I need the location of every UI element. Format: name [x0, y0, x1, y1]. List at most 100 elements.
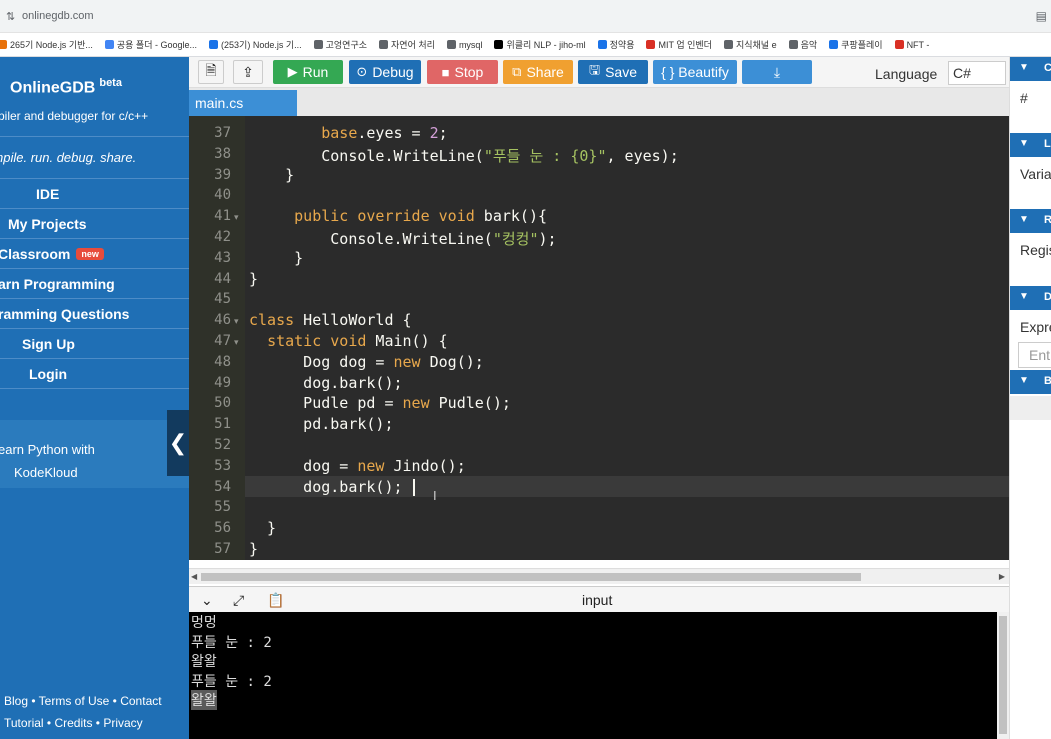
debug-section-title: L: [1044, 138, 1051, 150]
fold-toggle-icon[interactable]: ▾: [234, 212, 239, 223]
new-file-button[interactable]: 🗎: [198, 60, 224, 84]
nav-item-classroom[interactable]: Classroom new: [0, 238, 189, 268]
scrollbar-thumb[interactable]: [201, 573, 861, 581]
beautify-button[interactable]: { } Beautify: [653, 60, 737, 84]
download-button[interactable]: ⤓: [742, 60, 812, 84]
ad-text[interactable]: earn Python with: [0, 442, 95, 457]
new-badge: new: [76, 248, 104, 260]
code-line[interactable]: dog.bark();: [249, 478, 402, 496]
collapse-sidebar-button[interactable]: ❮: [167, 410, 189, 476]
language-select[interactable]: C#: [948, 61, 1006, 85]
nav-item-login[interactable]: Login: [0, 358, 189, 388]
code-line[interactable]: }: [249, 540, 258, 558]
chevron-down-icon: ▼: [1019, 214, 1029, 225]
code-line[interactable]: Console.WriteLine("컹컹");: [249, 228, 556, 249]
ad-text[interactable]: KodeKloud: [14, 465, 78, 480]
code-editor[interactable]: 37 38 39 40 41 ▾ 42 43 44 45 46 ▾ 47 ▾ 48 49 50 51 52 53 54 5…: [189, 116, 1009, 560]
bookmark-label: 자연어 처리: [391, 40, 435, 50]
scroll-left-icon[interactable]: ◀: [191, 572, 197, 581]
save-button[interactable]: 🖫 Save: [578, 60, 648, 84]
code-line[interactable]: class HelloWorld {: [249, 311, 412, 329]
bookmark-label: 265기 Node.js 기반...: [10, 40, 93, 50]
expand-icon[interactable]: ⤢: [233, 592, 244, 609]
scroll-right-icon[interactable]: ▶: [999, 572, 1005, 581]
output-line: 멍멍: [191, 615, 217, 631]
fold-toggle-icon[interactable]: ▾: [234, 316, 239, 327]
code-line[interactable]: Pudle pd = new Pudle();: [249, 394, 511, 412]
console-header: ⌄ ⤢ 📋 input: [189, 586, 1009, 612]
bookmark-item[interactable]: (253기) Node.js 기...: [209, 38, 302, 51]
tagline: npile. run. debug. share.: [0, 150, 137, 165]
bookmark-item[interactable]: 자연어 처리: [379, 38, 435, 51]
debug-section-body: Regis: [1020, 242, 1051, 258]
code-line[interactable]: static void Main() {: [249, 332, 448, 350]
code-line[interactable]: Dog dog = new Dog();: [249, 353, 484, 371]
nav-item-sign-up[interactable]: Sign Up: [0, 328, 189, 358]
bookmark-icon: [209, 40, 219, 49]
code-line[interactable]: pd.bark();: [249, 415, 394, 434]
nav-item-my-projects[interactable]: My Projects: [0, 208, 189, 238]
code-line[interactable]: public override void bark(){: [249, 207, 547, 225]
bookmark-item[interactable]: 지식채널 e: [723, 38, 777, 51]
debug-section-header[interactable]: ▼D: [1010, 286, 1051, 310]
extension-icon[interactable]: ▤: [1036, 9, 1047, 23]
code-line[interactable]: dog.bark();: [249, 374, 402, 392]
file-icon: 🗎: [205, 62, 217, 78]
footer-links[interactable]: Tutorial • Credits • Privacy: [4, 716, 143, 730]
line-number: 50: [214, 395, 231, 412]
tab-main-cs[interactable]: main.cs: [189, 90, 297, 116]
code-line[interactable]: }: [249, 166, 294, 184]
code-token: pd.bark();: [249, 415, 394, 434]
bookmark-icon: [446, 40, 456, 49]
site-info-icon[interactable]: ⇅: [6, 10, 15, 23]
code-line[interactable]: dog = new Jindo();: [249, 457, 466, 475]
code-line[interactable]: }: [249, 519, 276, 537]
footer-links[interactable]: Blog • Terms of Use • Contact: [4, 694, 162, 708]
debug-button[interactable]: ⊙ Debug: [349, 60, 421, 84]
code-token: }: [249, 519, 277, 538]
console-scrollbar[interactable]: [997, 612, 1009, 739]
debug-section-header[interactable]: ▼R: [1010, 209, 1051, 233]
bookmark-item[interactable]: 쿠팡플레이: [829, 38, 883, 51]
code-token: }: [249, 165, 295, 184]
bookmark-item[interactable]: NFT -: [894, 39, 930, 50]
debug-section-header[interactable]: ▼C: [1010, 57, 1051, 81]
line-number: 38: [214, 145, 231, 162]
stop-button[interactable]: ■ Stop: [427, 60, 498, 84]
copy-icon[interactable]: 📋: [267, 592, 284, 609]
upload-button[interactable]: ⇪: [233, 60, 263, 84]
bookmark-item[interactable]: mysql: [446, 40, 482, 50]
bookmark-icon: [829, 40, 839, 49]
chevron-down-icon[interactable]: ⌄: [201, 592, 213, 609]
fold-toggle-icon[interactable]: ▾: [234, 337, 239, 348]
code-line[interactable]: }: [249, 249, 303, 267]
scrollbar-thumb[interactable]: [999, 616, 1007, 734]
nav-item-learn-programming[interactable]: arn Programming: [0, 268, 189, 298]
bookmark-icon: [894, 40, 904, 49]
bookmark-item[interactable]: 음악: [788, 38, 817, 51]
bookmark-item[interactable]: MIT 업 인벤더: [646, 38, 712, 51]
output-line: 푸들 눈 : 2: [191, 673, 272, 690]
share-button[interactable]: ⧉ Share: [503, 60, 573, 84]
code-line[interactable]: Console.WriteLine("푸들 눈 : {0}", eyes);: [249, 145, 679, 166]
bookmark-item[interactable]: 고엉연구소: [313, 38, 367, 51]
bookmark-item[interactable]: 정약용: [597, 38, 634, 51]
bookmark-item[interactable]: 위클리 NLP - jiho-ml: [494, 38, 586, 51]
bookmark-item[interactable]: 공용 폴더 - Google...: [104, 38, 197, 51]
nav-item-programming-questions[interactable]: ramming Questions: [0, 298, 189, 328]
code-line[interactable]: base.eyes = 2;: [249, 124, 447, 142]
expression-input[interactable]: Ent: [1018, 342, 1051, 368]
bookmark-item[interactable]: 265기 Node.js 기반...: [0, 38, 93, 51]
line-number: 40: [214, 187, 231, 204]
code-token: Pudle pd =: [249, 394, 403, 413]
console-output[interactable]: 멍멍 푸들 눈 : 2 왈왈 푸들 눈 : 2 왈왈: [189, 612, 1009, 739]
code-line[interactable]: }: [249, 270, 258, 288]
debug-section-header[interactable]: ▼B: [1010, 370, 1051, 394]
brand-logo[interactable]: OnlineGDB beta: [10, 77, 122, 97]
run-button[interactable]: ▶ Run: [273, 60, 343, 84]
horizontal-scrollbar[interactable]: ◀ ▶: [189, 568, 1009, 584]
nav-item-ide[interactable]: IDE: [0, 178, 189, 208]
url-text[interactable]: onlinegdb.com: [22, 10, 94, 22]
bookmark-label: NFT -: [906, 39, 930, 50]
debug-section-header[interactable]: ▼ L: [1010, 133, 1051, 157]
